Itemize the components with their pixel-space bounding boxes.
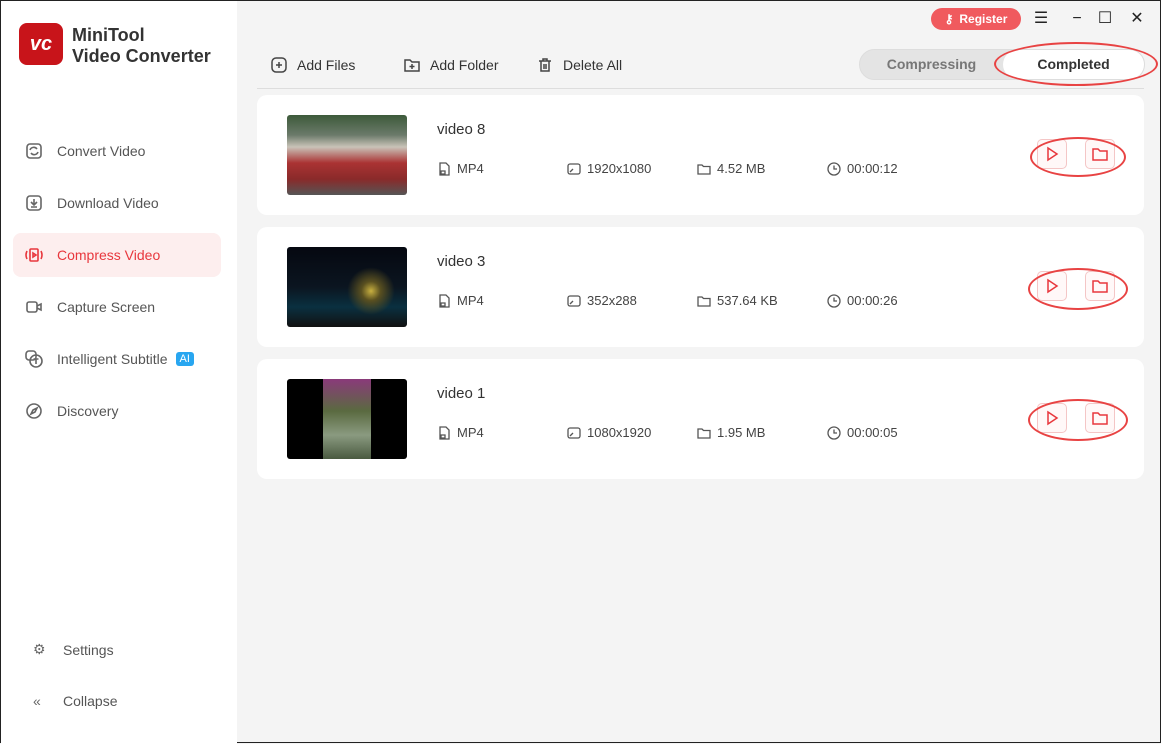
- video-size: 537.64 KB: [697, 293, 778, 308]
- sidebar-item-download-video[interactable]: Download Video: [13, 181, 221, 225]
- gear-icon: ⚙: [33, 641, 46, 657]
- video-item: video 3 MP4 352x288 537.64 KB 00:00:26: [257, 227, 1144, 347]
- file-video-icon: [439, 161, 450, 176]
- delete-all-button[interactable]: Delete All: [537, 57, 622, 73]
- video-size: 4.52 MB: [697, 161, 765, 176]
- ai-badge: AI: [175, 352, 194, 366]
- play-button[interactable]: [1037, 271, 1067, 301]
- tab-completed[interactable]: Completed: [1003, 50, 1144, 79]
- video-name: video 3: [437, 253, 486, 270]
- add-file-icon: [271, 57, 287, 73]
- resolution-icon: [567, 426, 581, 439]
- file-video-icon: [439, 293, 450, 308]
- convert-icon: [26, 143, 42, 159]
- video-item: video 8 MP4 1920x1080 4.52 MB 00:00:12: [257, 95, 1144, 215]
- key-icon: ⚷: [944, 12, 954, 26]
- sidebar-item-intelligent-subtitle[interactable]: Intelligent Subtitle AI: [13, 337, 221, 381]
- register-button[interactable]: ⚷ Register: [931, 8, 1021, 30]
- resolution-icon: [567, 162, 581, 175]
- divider: [257, 88, 1144, 89]
- open-folder-button[interactable]: [1085, 139, 1115, 169]
- file-video-icon: [439, 425, 450, 440]
- download-icon: [26, 195, 42, 211]
- status-tabs: Compressing Completed: [859, 49, 1145, 80]
- clock-icon: [827, 425, 841, 440]
- folder-icon: [697, 163, 711, 175]
- video-duration: 00:00:12: [827, 161, 898, 176]
- compass-icon: [26, 403, 42, 419]
- folder-icon: [697, 427, 711, 439]
- add-folder-icon: [404, 59, 420, 72]
- resolution-icon: [567, 294, 581, 307]
- video-format: MP4: [437, 161, 484, 176]
- play-icon: [1047, 410, 1059, 426]
- video-format: MP4: [437, 293, 484, 308]
- video-thumbnail[interactable]: [287, 115, 407, 195]
- video-thumbnail[interactable]: [287, 379, 407, 459]
- video-resolution: 352x288: [567, 293, 637, 308]
- video-item: video 1 MP4 1080x1920 1.95 MB 00:00:05: [257, 359, 1144, 479]
- close-button[interactable]: ✕: [1127, 9, 1147, 29]
- sidebar-item-compress-video[interactable]: Compress Video: [13, 233, 221, 277]
- add-folder-button[interactable]: Add Folder: [404, 57, 498, 73]
- open-folder-button[interactable]: [1085, 403, 1115, 433]
- video-size: 1.95 MB: [697, 425, 765, 440]
- open-folder-button[interactable]: [1085, 271, 1115, 301]
- play-button[interactable]: [1037, 403, 1067, 433]
- app-name: MiniTool Video Converter: [72, 25, 211, 66]
- clock-icon: [827, 293, 841, 308]
- app-logo: vc: [19, 23, 63, 65]
- folder-icon: [1092, 148, 1108, 161]
- play-button[interactable]: [1037, 139, 1067, 169]
- folder-icon: [697, 295, 711, 307]
- compress-icon: [25, 248, 43, 262]
- folder-icon: [1092, 412, 1108, 425]
- chevrons-left-icon: «: [33, 693, 41, 709]
- video-format: MP4: [437, 425, 484, 440]
- collapse-button[interactable]: «Collapse: [33, 693, 117, 709]
- sidebar: vc MiniTool Video Converter Convert Video…: [1, 1, 237, 744]
- video-thumbnail[interactable]: [287, 247, 407, 327]
- add-files-button[interactable]: Add Files: [271, 57, 355, 73]
- tab-compressing[interactable]: Compressing: [860, 50, 1003, 79]
- play-icon: [1047, 278, 1059, 294]
- video-name: video 8: [437, 121, 486, 138]
- minimize-button[interactable]: −: [1067, 9, 1087, 29]
- sidebar-item-discovery[interactable]: Discovery: [13, 389, 221, 433]
- maximize-button[interactable]: ☐: [1095, 9, 1115, 29]
- video-resolution: 1080x1920: [567, 425, 651, 440]
- clock-icon: [827, 161, 841, 176]
- settings-button[interactable]: ⚙ Settings: [33, 641, 114, 658]
- camera-icon: [26, 301, 42, 313]
- video-resolution: 1920x1080: [567, 161, 651, 176]
- subtitle-icon: [25, 350, 43, 368]
- menu-icon[interactable]: ☰: [1031, 9, 1051, 29]
- video-duration: 00:00:05: [827, 425, 898, 440]
- trash-icon: [539, 58, 551, 72]
- folder-icon: [1092, 280, 1108, 293]
- sidebar-item-convert-video[interactable]: Convert Video: [13, 129, 221, 173]
- play-icon: [1047, 146, 1059, 162]
- video-name: video 1: [437, 385, 486, 402]
- video-duration: 00:00:26: [827, 293, 898, 308]
- sidebar-item-capture-screen[interactable]: Capture Screen: [13, 285, 221, 329]
